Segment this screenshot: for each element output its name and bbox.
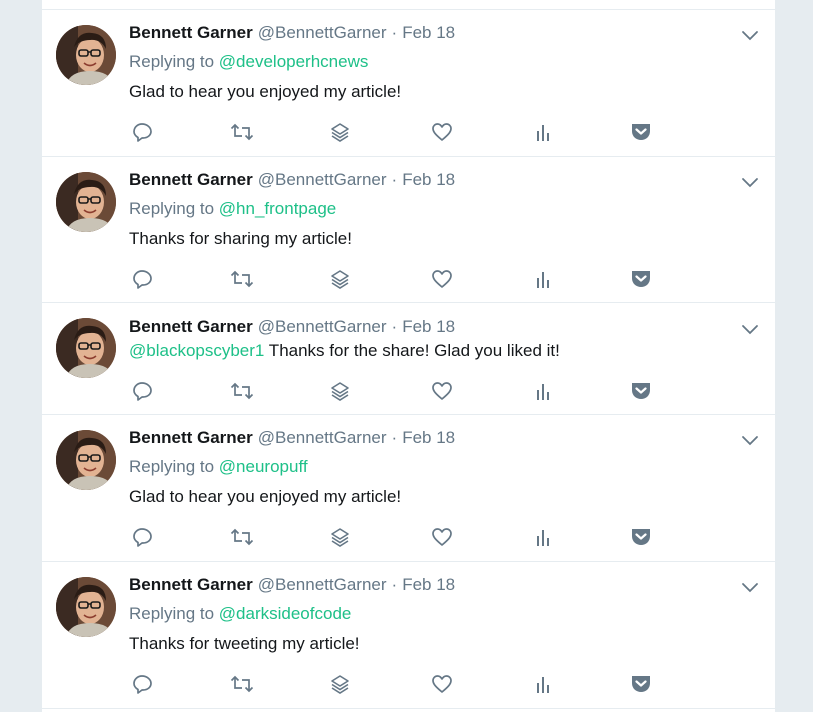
layers-icon[interactable] <box>328 673 352 695</box>
separator: · <box>391 317 398 336</box>
tweet-date[interactable]: Feb 18 <box>402 575 455 594</box>
avatar[interactable] <box>56 577 116 637</box>
retweet-icon[interactable] <box>230 673 254 695</box>
tweet-date[interactable]: Feb 18 <box>402 170 455 189</box>
avatar[interactable] <box>56 172 116 232</box>
author-handle[interactable]: @BennettGarner <box>258 170 387 189</box>
chevron-down-icon[interactable] <box>741 26 759 44</box>
author-handle[interactable]: @BennettGarner <box>258 428 387 447</box>
tweet-text: @blackopscyber1 Thanks for the share! Gl… <box>129 340 560 362</box>
avatar[interactable] <box>56 318 116 378</box>
reply-icon[interactable] <box>131 121 155 143</box>
tweet-header: Bennett Garner @BennettGarner · Feb 18 <box>129 169 455 191</box>
pocket-icon[interactable] <box>629 380 653 402</box>
retweet-icon[interactable] <box>230 121 254 143</box>
separator: · <box>391 23 398 42</box>
tweet[interactable]: Bennett Garner @BennettGarner · Feb 18 Repl… <box>42 157 775 303</box>
retweet-icon[interactable] <box>230 380 254 402</box>
tweet-date[interactable]: Feb 18 <box>402 317 455 336</box>
chevron-down-icon[interactable] <box>741 578 759 596</box>
author-handle[interactable]: @BennettGarner <box>258 317 387 336</box>
reply-icon[interactable] <box>131 268 155 290</box>
author-name[interactable]: Bennett Garner <box>129 317 253 336</box>
replying-to: Replying to @darksideofcode <box>129 603 351 625</box>
analytics-icon[interactable] <box>531 268 555 290</box>
author-name[interactable]: Bennett Garner <box>129 428 253 447</box>
tweet-header: Bennett Garner @BennettGarner · Feb 18 <box>129 22 455 44</box>
author-handle[interactable]: @BennettGarner <box>258 575 387 594</box>
tweet-header: Bennett Garner @BennettGarner · Feb 18 <box>129 574 455 596</box>
chevron-down-icon[interactable] <box>741 320 759 338</box>
avatar[interactable] <box>56 430 116 490</box>
layers-icon[interactable] <box>328 380 352 402</box>
tweet-text: Glad to hear you enjoyed my article! <box>129 82 402 101</box>
separator: · <box>391 575 398 594</box>
author-name[interactable]: Bennett Garner <box>129 170 253 189</box>
layers-icon[interactable] <box>328 121 352 143</box>
tweet-header: Bennett Garner @BennettGarner · Feb 18 <box>129 316 455 338</box>
mention-link[interactable]: @neuropuff <box>219 457 308 476</box>
separator: · <box>391 428 398 447</box>
separator: · <box>391 170 398 189</box>
tweet[interactable]: Bennett Garner @BennettGarner · Feb 18 Repl… <box>42 562 775 709</box>
tweet-text: Thanks for sharing my article! <box>129 229 352 248</box>
author-name[interactable]: Bennett Garner <box>129 575 253 594</box>
tweet-text-body: Thanks for the share! Glad you liked it! <box>264 341 560 360</box>
analytics-icon[interactable] <box>531 673 555 695</box>
reply-icon[interactable] <box>131 380 155 402</box>
replying-prefix: Replying to <box>129 604 215 623</box>
pocket-icon[interactable] <box>629 121 653 143</box>
reply-icon[interactable] <box>131 526 155 548</box>
mention-link[interactable]: @developerhcnews <box>219 52 369 71</box>
pocket-icon[interactable] <box>629 526 653 548</box>
replying-prefix: Replying to <box>129 199 215 218</box>
like-icon[interactable] <box>430 526 454 548</box>
analytics-icon[interactable] <box>531 380 555 402</box>
tweet-date[interactable]: Feb 18 <box>402 23 455 42</box>
retweet-icon[interactable] <box>230 268 254 290</box>
replying-to: Replying to @hn_frontpage <box>129 198 336 220</box>
pocket-icon[interactable] <box>629 268 653 290</box>
retweet-icon[interactable] <box>230 526 254 548</box>
replying-to: Replying to @developerhcnews <box>129 51 368 73</box>
replying-to: Replying to @neuropuff <box>129 456 308 478</box>
tweet-text: Glad to hear you enjoyed my article! <box>129 487 402 506</box>
tweet-text: Thanks for tweeting my article! <box>129 634 360 653</box>
like-icon[interactable] <box>430 121 454 143</box>
tweet-date[interactable]: Feb 18 <box>402 428 455 447</box>
replying-prefix: Replying to <box>129 457 215 476</box>
analytics-icon[interactable] <box>531 121 555 143</box>
reply-icon[interactable] <box>131 673 155 695</box>
author-handle[interactable]: @BennettGarner <box>258 23 387 42</box>
tweet-header: Bennett Garner @BennettGarner · Feb 18 <box>129 427 455 449</box>
layers-icon[interactable] <box>328 268 352 290</box>
author-name[interactable]: Bennett Garner <box>129 23 253 42</box>
tweet[interactable]: Bennett Garner @BennettGarner · Feb 18 Repl… <box>42 415 775 562</box>
mention-link[interactable]: @hn_frontpage <box>219 199 336 218</box>
chevron-down-icon[interactable] <box>741 173 759 191</box>
analytics-icon[interactable] <box>531 526 555 548</box>
like-icon[interactable] <box>430 268 454 290</box>
avatar[interactable] <box>56 25 116 85</box>
pocket-icon[interactable] <box>629 673 653 695</box>
timeline: Bennett Garner @BennettGarner · Feb 18 Repl… <box>41 0 776 712</box>
mention-link[interactable]: @blackopscyber1 <box>129 341 264 360</box>
layers-icon[interactable] <box>328 526 352 548</box>
mention-link[interactable]: @darksideofcode <box>219 604 352 623</box>
like-icon[interactable] <box>430 380 454 402</box>
replying-prefix: Replying to <box>129 52 215 71</box>
tweet[interactable]: Bennett Garner @BennettGarner · Feb 18 @bla… <box>42 303 775 415</box>
like-icon[interactable] <box>430 673 454 695</box>
tweet[interactable]: Bennett Garner @BennettGarner · Feb 18 Repl… <box>42 10 775 157</box>
chevron-down-icon[interactable] <box>741 431 759 449</box>
